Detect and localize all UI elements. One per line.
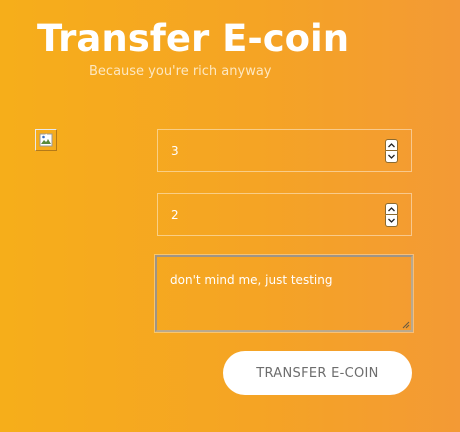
amount-field-1[interactable]: 3 <box>157 129 412 172</box>
decrement-button[interactable] <box>385 215 398 227</box>
chevron-down-icon <box>388 218 395 223</box>
number-spinner[interactable] <box>385 139 398 163</box>
chevron-up-icon <box>388 142 395 147</box>
transfer-button[interactable]: TRANSFER E-COIN <box>223 351 412 395</box>
page-title: Transfer E-coin <box>37 17 350 60</box>
message-textarea[interactable]: don't mind me, just testing <box>154 254 414 333</box>
number-spinner[interactable] <box>385 203 398 227</box>
increment-button[interactable] <box>385 203 398 215</box>
resize-grip-icon[interactable] <box>401 320 410 329</box>
amount-field-2[interactable]: 2 <box>157 193 412 236</box>
amount-field-2-value: 2 <box>171 208 179 222</box>
decrement-button[interactable] <box>385 151 398 163</box>
increment-button[interactable] <box>385 139 398 151</box>
message-text: don't mind me, just testing <box>170 273 333 287</box>
broken-image-icon <box>39 133 53 147</box>
broken-image <box>35 129 57 151</box>
amount-field-1-value: 3 <box>171 144 179 158</box>
chevron-down-icon <box>388 154 395 159</box>
page-subtitle: Because you're rich anyway <box>89 64 272 79</box>
chevron-up-icon <box>388 206 395 211</box>
